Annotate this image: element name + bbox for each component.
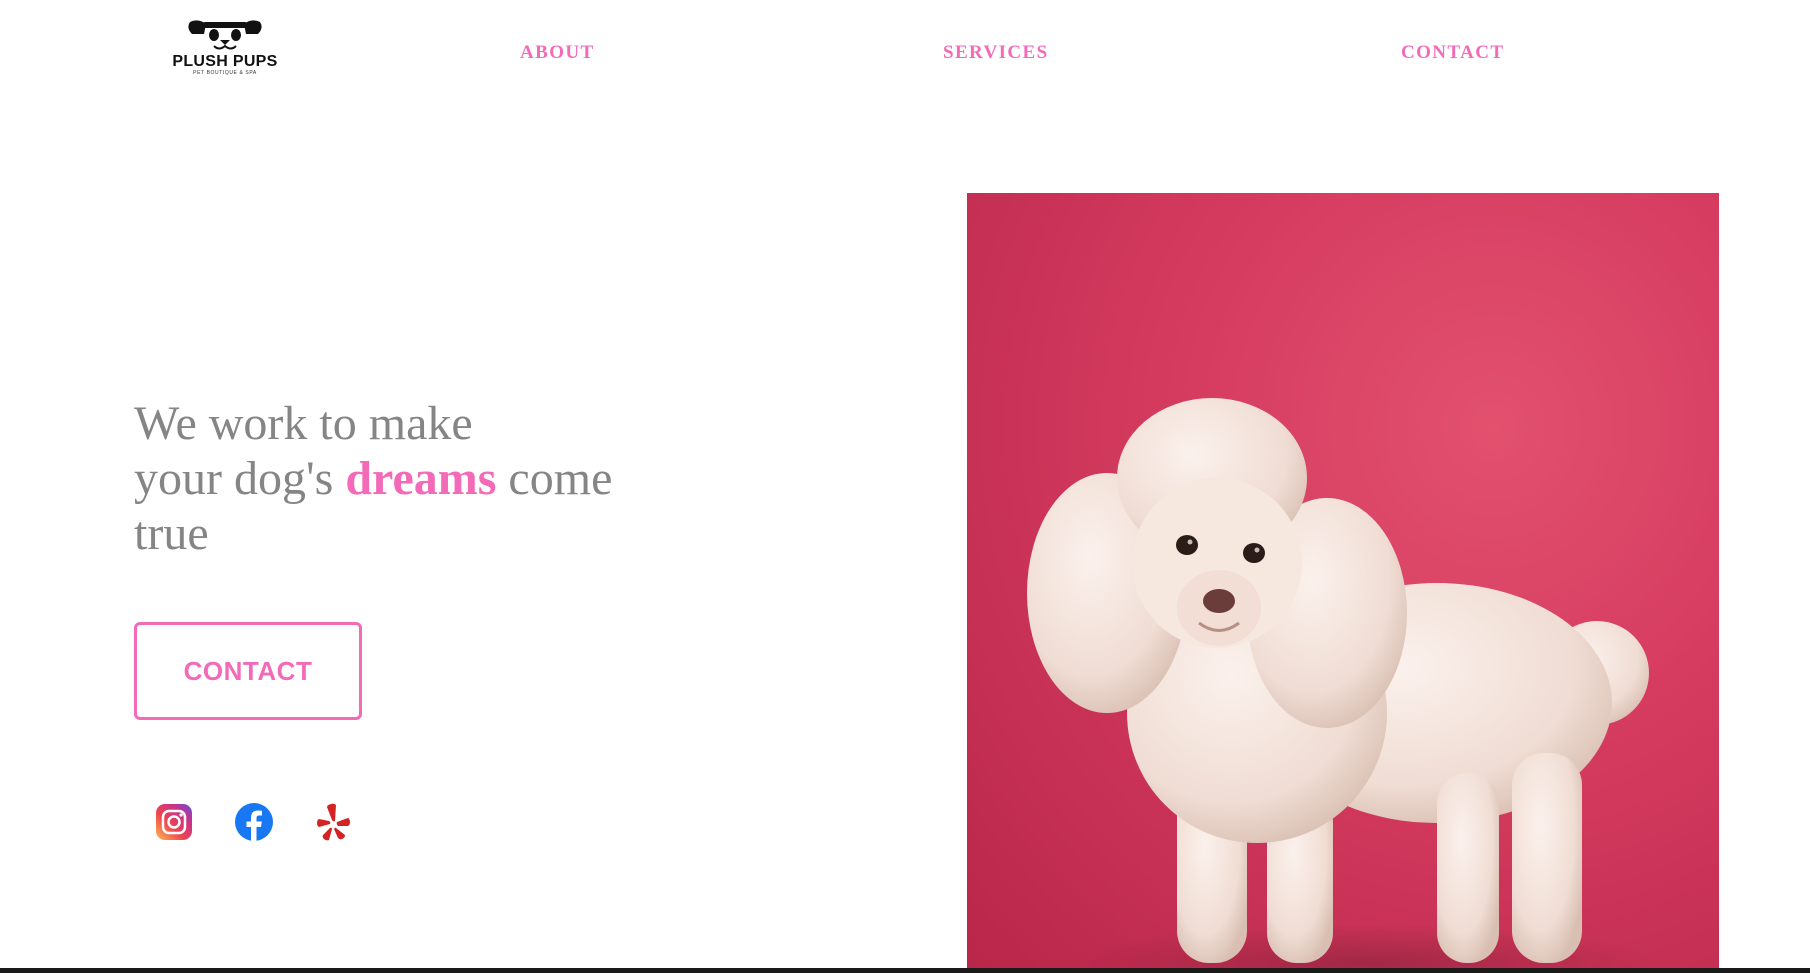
brand-logo[interactable]: PLUSH PUPS PET BOUTIQUE & SPA <box>155 18 295 80</box>
dog-face-logo-icon <box>188 20 262 50</box>
yelp-icon[interactable] <box>314 802 354 842</box>
nav-services[interactable]: SERVICES <box>943 42 1049 64</box>
hero-line-2-prefix: your dog's <box>134 452 334 505</box>
hero-headline: We work to make your dog's dreams come t… <box>134 396 694 561</box>
hero-line-2-suffix: come <box>508 452 613 505</box>
brand-name: PLUSH PUPS <box>172 53 278 70</box>
contact-button[interactable]: CONTACT <box>134 622 362 720</box>
brand-tagline: PET BOUTIQUE & SPA <box>193 70 257 76</box>
facebook-icon[interactable] <box>234 802 274 842</box>
hero-photo <box>967 193 1719 973</box>
nav-contact[interactable]: CONTACT <box>1401 42 1504 64</box>
hero-highlight: dreams <box>345 452 497 505</box>
instagram-icon[interactable] <box>154 802 194 842</box>
poodle-illustration <box>1027 398 1667 973</box>
hero-line-3: true <box>134 507 209 560</box>
bottom-border <box>0 968 1810 973</box>
nav-about[interactable]: ABOUT <box>520 42 595 64</box>
hero-line-1: We work to make <box>134 397 473 450</box>
